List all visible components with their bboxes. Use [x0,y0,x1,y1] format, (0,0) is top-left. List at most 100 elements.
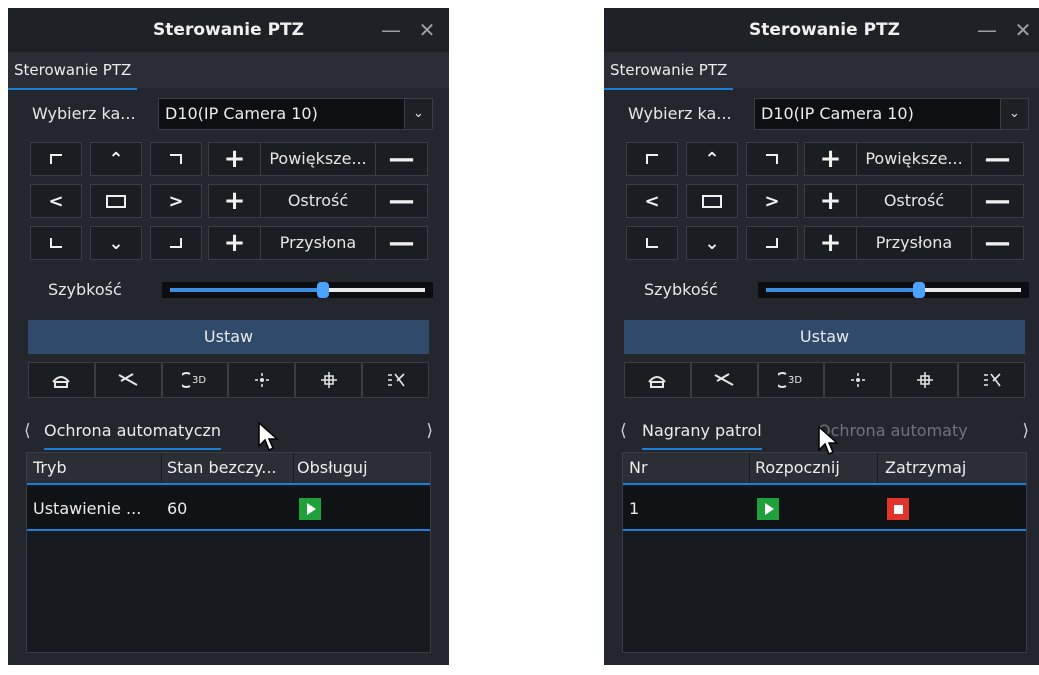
next-tab-icon[interactable]: ⟩ [1022,414,1029,448]
arrow-down-icon: ⌄ [108,232,124,254]
speed-slider-handle[interactable] [913,282,925,298]
iris-open-button[interactable]: + [805,227,857,259]
camera-select-row: Wybierz ka... D10(IP Camera 10) ⌄ [628,98,1029,130]
pan-left-button[interactable]: < [30,184,82,218]
zoom-out-button[interactable]: — [971,143,1023,175]
pan-down-right-button[interactable] [746,226,798,260]
direction-pad: ⌃ < > ⌄ [30,142,202,260]
column-divider [877,453,878,483]
tab-auto-guard[interactable]: Ochrona automatyczn [44,414,222,450]
speed-label: Szybkość [48,280,122,299]
camera-select-label: Wybierz ka... [628,104,732,123]
iris-label: Przysłona [875,233,953,252]
light-button[interactable] [690,362,758,398]
stop-icon [893,504,903,514]
arrow-left-icon: < [48,190,64,212]
pan-down-button[interactable]: ⌄ [90,226,142,260]
menu-call-button[interactable] [362,362,429,398]
minimize-button[interactable]: — [973,16,1001,44]
camera-select-value: D10(IP Camera 10) [165,104,318,123]
pan-up-right-button[interactable] [150,142,202,176]
title-bar: Sterowanie PTZ — ✕ [8,8,449,52]
3d-positioning-button[interactable]: 3D [757,362,825,398]
focus-plus-button[interactable]: + [805,185,857,217]
focus-plus-button[interactable]: + [209,185,261,217]
tab-recorded-patrol[interactable]: Nagrany patrol [642,414,762,450]
start-patrol-button[interactable] [757,498,779,520]
prev-tab-icon[interactable]: ⟨ [620,414,627,448]
table-row[interactable]: 1 [623,487,1026,531]
auto-focus-button[interactable] [228,362,296,398]
minimize-button[interactable]: — [377,16,405,44]
next-tab-icon[interactable]: ⟩ [426,414,433,448]
tab-auto-guard[interactable]: Ochrona automaty [818,414,968,448]
chevron-down-icon[interactable]: ⌄ [1000,99,1028,129]
camera-select[interactable]: D10(IP Camera 10) ⌄ [754,98,1029,130]
pan-down-left-button[interactable] [30,226,82,260]
svg-text:3D: 3D [192,375,206,386]
zoom-in-button[interactable]: + [805,143,857,175]
stop-patrol-button[interactable] [887,498,909,520]
camera-select[interactable]: D10(IP Camera 10) ⌄ [158,98,433,130]
pan-up-left-button[interactable] [626,142,678,176]
pan-up-left-button[interactable] [30,142,82,176]
pan-right-button[interactable]: > [150,184,202,218]
arrow-down-right-icon [170,238,182,248]
cell-idle-time: 60 [167,499,188,518]
pan-down-left-button[interactable] [626,226,678,260]
pan-up-right-button[interactable] [746,142,798,176]
column-header-operate: Obsługuj [297,458,368,477]
light-icon [714,373,734,386]
menu-call-button[interactable] [958,362,1025,398]
pan-up-button[interactable]: ⌃ [686,142,738,176]
iris-close-button[interactable]: — [375,227,427,259]
set-button[interactable]: Ustaw [28,320,429,354]
auto-focus-button[interactable] [824,362,892,398]
iris-close-button[interactable]: — [971,227,1023,259]
pan-right-button[interactable]: > [746,184,798,218]
speed-slider[interactable] [758,282,1029,298]
lens-init-button[interactable] [295,362,363,398]
table-header: Nr Rozpocznij Zatrzymaj [623,453,1026,485]
lens-controls: + Powiększe... — + Ostrość — + Przysłona… [804,142,1024,260]
speed-slider[interactable] [162,282,433,298]
camera-select-row: Wybierz ka... D10(IP Camera 10) ⌄ [32,98,433,130]
close-button[interactable]: ✕ [413,16,441,44]
3d-positioning-button[interactable]: 3D [161,362,229,398]
tab-ptz-control[interactable]: Sterowanie PTZ [8,52,138,90]
light-button[interactable] [94,362,162,398]
focus-minus-button[interactable]: — [375,185,427,217]
close-button[interactable]: ✕ [1009,16,1037,44]
stop-pan-button[interactable] [686,184,738,218]
play-icon [306,503,316,515]
iris-open-button[interactable]: + [209,227,261,259]
camera-select-value: D10(IP Camera 10) [761,104,914,123]
pan-left-button[interactable]: < [626,184,678,218]
tab-ptz-control[interactable]: Sterowanie PTZ [604,52,734,90]
lens-init-icon [916,372,933,388]
light-icon [118,373,138,386]
pan-up-button[interactable]: ⌃ [90,142,142,176]
focus-label: Ostrość [883,191,945,210]
speed-slider-fill [170,288,323,292]
wiper-button[interactable] [624,362,691,398]
zoom-out-button[interactable]: — [375,143,427,175]
wiper-button[interactable] [28,362,95,398]
speed-slider-handle[interactable] [317,282,329,298]
pan-down-right-button[interactable] [150,226,202,260]
arrow-down-icon: ⌄ [704,232,720,254]
prev-tab-icon[interactable]: ⟨ [24,414,31,448]
pan-down-button[interactable]: ⌄ [686,226,738,260]
zoom-label: Powiększe... [865,149,963,168]
play-button[interactable] [299,498,321,520]
focus-minus-button[interactable]: — [971,185,1023,217]
stop-pan-button[interactable] [90,184,142,218]
set-button[interactable]: Ustaw [624,320,1025,354]
column-header-stop: Zatrzymaj [885,458,967,477]
lens-init-button[interactable] [891,362,959,398]
zoom-in-button[interactable]: + [209,143,261,175]
table-row[interactable]: Ustawienie ... 60 [27,487,430,531]
arrow-down-left-icon [646,238,658,248]
arrow-down-left-icon [50,238,62,248]
chevron-down-icon[interactable]: ⌄ [404,99,432,129]
